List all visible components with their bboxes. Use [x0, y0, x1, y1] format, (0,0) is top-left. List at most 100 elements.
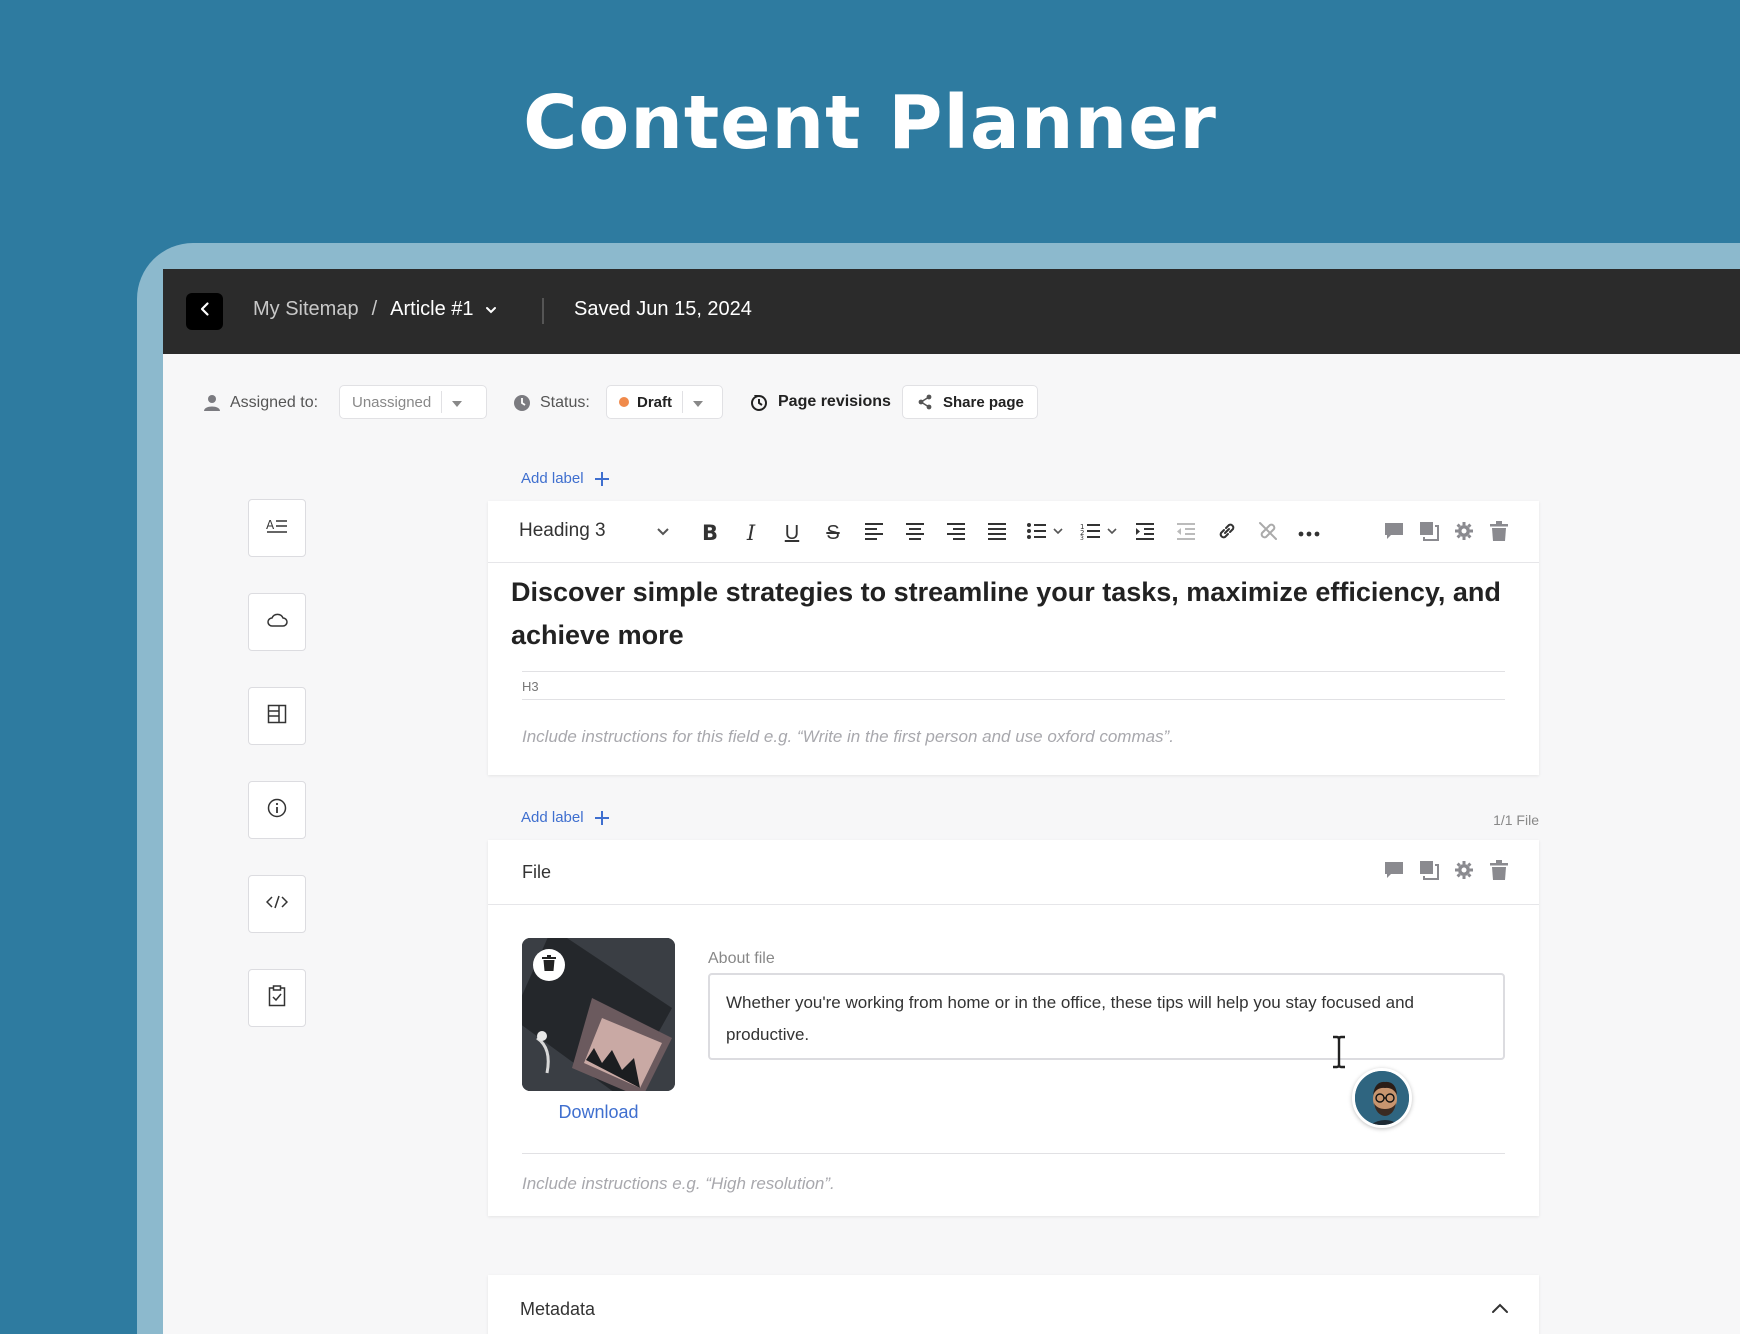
- comment-icon[interactable]: [1384, 860, 1404, 880]
- about-file-input[interactable]: Whether you're working from home or in t…: [708, 973, 1505, 1060]
- heading-style-select[interactable]: Heading 3: [519, 520, 670, 542]
- heading-card: Heading 3 B I U S 123 Discover simple st…: [488, 501, 1539, 775]
- cloud-icon: [266, 612, 288, 633]
- clock-icon: [513, 394, 531, 412]
- bullet-list-icon: [1026, 522, 1066, 545]
- add-label-button[interactable]: Add label: [521, 809, 610, 826]
- breadcrumb-current[interactable]: Article #1: [390, 298, 473, 321]
- heading-text[interactable]: Discover simple strategies to streamline…: [511, 571, 1511, 657]
- share-page-button[interactable]: Share page: [902, 385, 1038, 419]
- info-icon: [267, 798, 287, 823]
- user-icon: [203, 394, 221, 412]
- assignee-value: Unassigned: [352, 393, 432, 411]
- chevron-left-icon: [197, 301, 213, 322]
- select-divider: [441, 391, 443, 413]
- file-count: 1/1 File: [1493, 812, 1539, 828]
- page-revisions-button[interactable]: Page revisions: [750, 393, 891, 411]
- more-button[interactable]: [1296, 520, 1322, 546]
- chevron-down-icon[interactable]: [484, 303, 498, 317]
- metadata-title: Metadata: [520, 1299, 596, 1319]
- file-instructions-field[interactable]: Include instructions e.g. “High resoluti…: [522, 1174, 835, 1194]
- underline-button[interactable]: U: [779, 520, 805, 546]
- file-card-title: File: [522, 862, 552, 882]
- delete-file-button[interactable]: [533, 949, 565, 981]
- metadata-section[interactable]: Metadata: [488, 1275, 1539, 1334]
- caret-down-icon: [452, 394, 463, 411]
- chevron-up-icon[interactable]: [1491, 1301, 1509, 1319]
- sidebar-item-layout[interactable]: [248, 687, 306, 745]
- share-icon: [917, 394, 933, 410]
- page-toolbar: Assigned to: Unassigned Status: Draft Pa…: [163, 385, 1740, 421]
- sidebar-item-info[interactable]: [248, 781, 306, 839]
- copy-icon[interactable]: [1419, 521, 1439, 541]
- add-label-button[interactable]: Add label: [521, 470, 610, 487]
- download-link[interactable]: Download: [522, 1102, 675, 1123]
- file-thumbnail[interactable]: [522, 938, 675, 1091]
- status-group: Status:: [513, 394, 590, 412]
- indent-button[interactable]: [1132, 520, 1158, 546]
- top-bar: My Sitemap / Article #1 Saved Jun 15, 20…: [163, 269, 1740, 354]
- heading-card-actions: [1384, 521, 1509, 541]
- sidebar-item-checklist[interactable]: [248, 969, 306, 1027]
- heading-instructions-field[interactable]: Include instructions for this field e.g.…: [522, 727, 1174, 747]
- file-card-header: File: [488, 840, 1539, 905]
- file-card-divider: [522, 1153, 1505, 1154]
- status-select[interactable]: Draft: [606, 385, 723, 419]
- trash-icon[interactable]: [1489, 521, 1509, 541]
- gear-icon[interactable]: [1454, 860, 1474, 880]
- assigned-group: Assigned to:: [203, 394, 318, 412]
- bullet-list-button[interactable]: [1024, 520, 1068, 546]
- svg-text:3: 3: [1080, 535, 1084, 540]
- assignee-select[interactable]: Unassigned: [339, 385, 487, 419]
- text-block-icon: A: [266, 517, 288, 540]
- chevron-down-icon: [656, 524, 670, 538]
- italic-button[interactable]: I: [738, 520, 764, 546]
- sidebar-item-code[interactable]: [248, 875, 306, 933]
- sidebar-item-text[interactable]: A: [248, 499, 306, 557]
- strikethrough-button[interactable]: S: [820, 520, 846, 546]
- gear-icon[interactable]: [1454, 521, 1474, 541]
- link-icon: [1216, 520, 1238, 547]
- bold-button[interactable]: B: [697, 520, 723, 546]
- align-left-button[interactable]: [861, 520, 887, 546]
- svg-text:A: A: [266, 518, 275, 532]
- comment-icon[interactable]: [1384, 521, 1404, 541]
- file-card: File Download About file Whether you're …: [488, 840, 1539, 1216]
- assigned-label: Assigned to:: [230, 394, 319, 411]
- outdent-button[interactable]: [1173, 520, 1199, 546]
- topbar-divider: [542, 298, 544, 324]
- trash-icon: [542, 954, 556, 976]
- heading-level-tag: H3: [522, 671, 1505, 700]
- select-divider: [682, 391, 684, 413]
- link-button[interactable]: [1214, 520, 1240, 546]
- justify-button[interactable]: [984, 520, 1010, 546]
- sidebar-item-cloud[interactable]: [248, 593, 306, 651]
- trash-icon[interactable]: [1489, 860, 1509, 880]
- code-icon: [265, 894, 289, 915]
- history-icon: [750, 393, 768, 411]
- bold-icon: B: [701, 521, 718, 545]
- file-card-actions: [1384, 860, 1509, 880]
- indent-icon: [1135, 522, 1155, 545]
- align-center-button[interactable]: [902, 520, 928, 546]
- numbered-list-icon: 123: [1080, 522, 1120, 545]
- plus-icon: [594, 471, 610, 487]
- collaborator-avatar[interactable]: [1352, 1068, 1412, 1128]
- status-label: Status:: [540, 394, 590, 411]
- strikethrough-icon: S: [826, 521, 840, 544]
- breadcrumb: My Sitemap / Article #1: [253, 298, 498, 321]
- layout-icon: [267, 704, 287, 729]
- copy-icon[interactable]: [1419, 860, 1439, 880]
- numbered-list-button[interactable]: 123: [1078, 520, 1122, 546]
- breadcrumb-root[interactable]: My Sitemap: [253, 298, 359, 321]
- unlink-button[interactable]: [1255, 520, 1281, 546]
- back-button[interactable]: [186, 293, 223, 330]
- underline-icon: U: [784, 521, 800, 544]
- italic-icon: I: [746, 521, 756, 545]
- outdent-icon: [1176, 522, 1196, 545]
- align-right-button[interactable]: [943, 520, 969, 546]
- clipboard-check-icon: [268, 984, 286, 1012]
- justify-icon: [987, 522, 1007, 545]
- app-screen: My Sitemap / Article #1 Saved Jun 15, 20…: [163, 269, 1740, 1334]
- align-center-icon: [905, 522, 925, 545]
